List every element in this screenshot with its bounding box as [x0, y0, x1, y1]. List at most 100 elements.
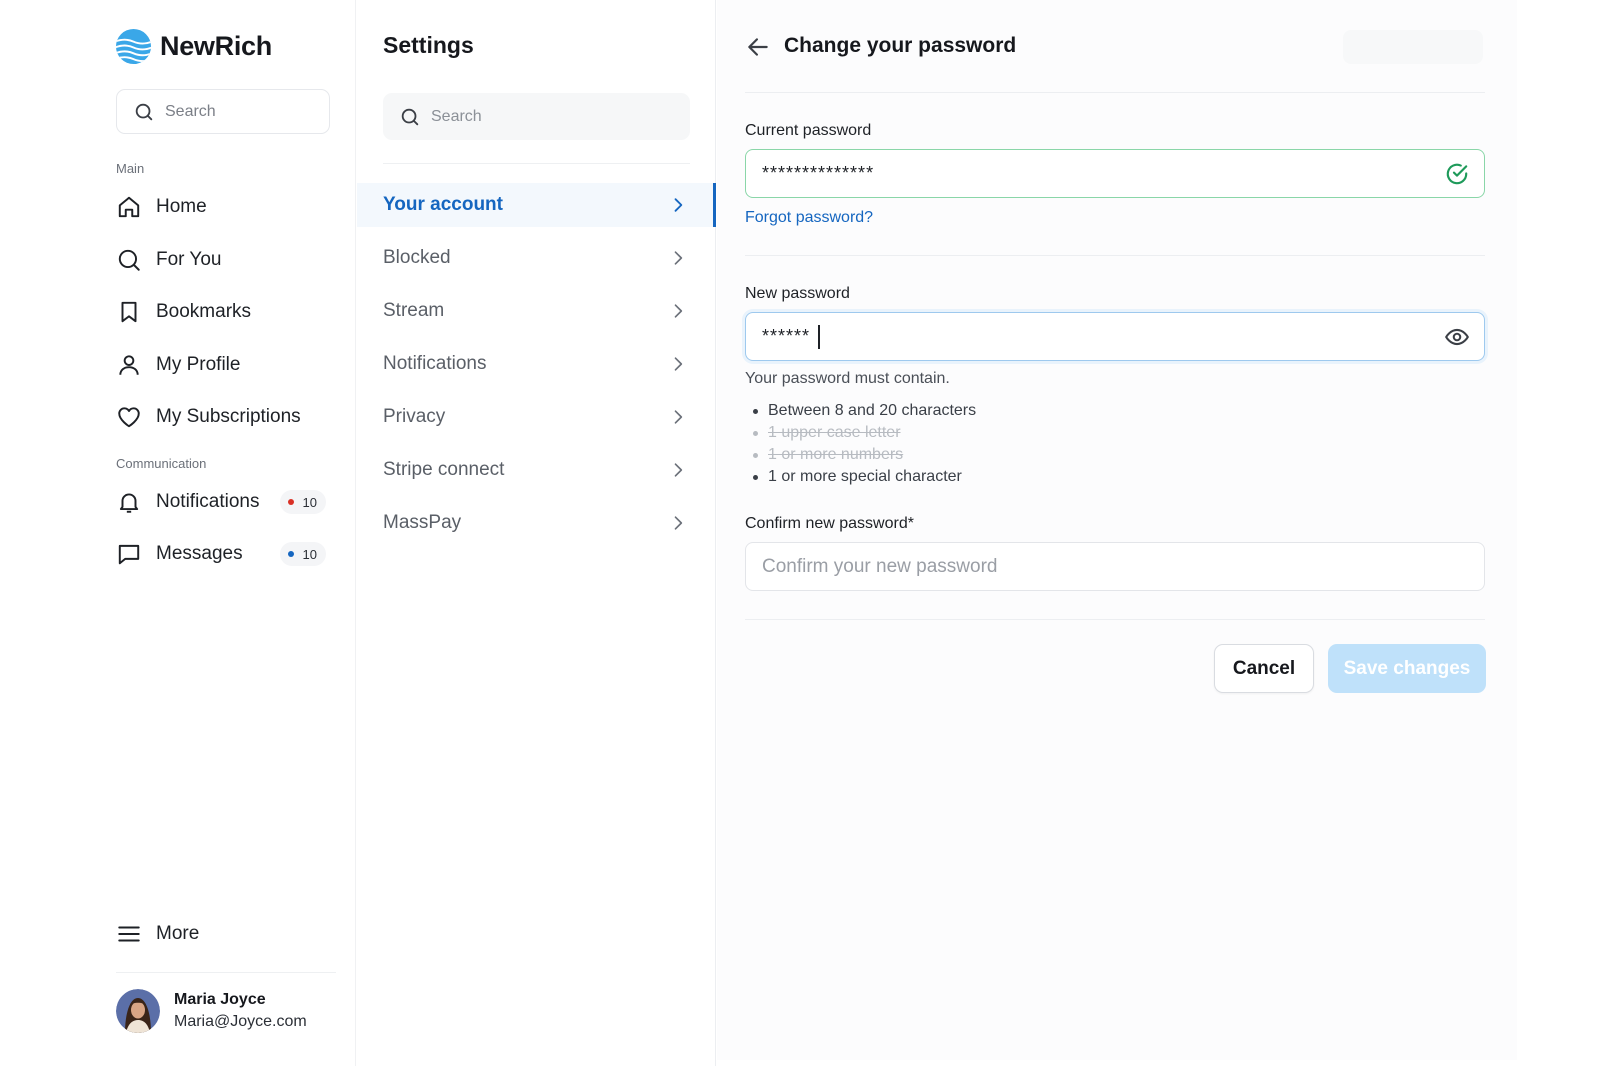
user-info: Maria Joyce Maria@Joyce.com	[174, 991, 307, 1031]
bullet	[753, 408, 758, 414]
settings-item-label: Stripe connect	[383, 459, 505, 480]
chevron-right-icon	[674, 304, 683, 318]
nav-item-bookmarks[interactable]: Bookmarks	[116, 292, 330, 332]
bullet	[753, 430, 758, 436]
nav-item-more[interactable]: More	[116, 914, 330, 954]
bookmark-icon	[121, 301, 137, 323]
requirement-text: 1 or more special character	[768, 468, 962, 485]
page-title: Change your password	[784, 34, 1017, 57]
nav-item-for-you[interactable]: For You	[116, 240, 330, 280]
nav-item-notifications[interactable]: Notifications 10	[116, 482, 330, 522]
nav-item-my-subscriptions[interactable]: My Subscriptions	[116, 397, 330, 437]
settings-item-label: Blocked	[383, 247, 451, 268]
current-password-label: Current password	[745, 122, 872, 139]
back-arrow-icon[interactable]	[745, 34, 771, 60]
nav-item-label: My Profile	[156, 354, 241, 375]
requirement-text: 1 or more numbers	[768, 446, 904, 463]
avatar	[116, 989, 160, 1033]
settings-item-label: Notifications	[383, 353, 487, 374]
notification-count-badge: 10	[279, 490, 326, 514]
forgot-password-link[interactable]: Forgot password?	[745, 209, 873, 227]
search-icon	[118, 249, 140, 271]
search-icon	[135, 103, 153, 120]
settings-search[interactable]	[383, 93, 690, 140]
nav-item-messages[interactable]: Messages 10	[116, 534, 330, 574]
chevron-right-icon	[674, 410, 683, 424]
eye-icon[interactable]	[1444, 324, 1470, 350]
badge-dot	[287, 499, 294, 505]
text-cursor	[818, 324, 820, 349]
menu-icon	[118, 926, 140, 942]
nav-item-label: Home	[156, 196, 207, 217]
cancel-button[interactable]: Cancel	[1214, 644, 1314, 693]
settings-item-masspay[interactable]: MassPay	[357, 501, 716, 545]
check-circle-icon	[1446, 163, 1468, 184]
chevron-right-icon	[674, 198, 683, 212]
sidebar: NewRich Main Home For You Bookmarks My P…	[0, 0, 356, 1066]
chevron-right-icon	[674, 463, 683, 477]
settings-item-label: Your account	[383, 194, 503, 215]
password-requirements-title: Your password must contain.	[745, 370, 950, 387]
confirm-password-label: Confirm new password*	[745, 515, 914, 532]
header-divider	[745, 92, 1485, 93]
badge-count: 10	[302, 546, 317, 562]
user-email: Maria@Joyce.com	[174, 1013, 307, 1030]
sidebar-search[interactable]	[116, 89, 330, 134]
badge-dot	[287, 551, 294, 557]
requirement-item: 1 or more special character	[753, 466, 976, 488]
section-label-main: Main	[116, 161, 145, 176]
message-icon	[118, 544, 140, 565]
user-icon	[119, 355, 139, 375]
header-placeholder	[1343, 30, 1483, 64]
nav-item-label: Bookmarks	[156, 301, 252, 322]
settings-item-blocked[interactable]: Blocked	[357, 236, 716, 280]
brand[interactable]: NewRich	[115, 28, 272, 65]
change-password-panel: Change your password Current password Fo…	[717, 0, 1517, 1060]
new-password-input[interactable]	[762, 326, 820, 347]
user-name: Maria Joyce	[174, 991, 266, 1008]
settings-item-your-account[interactable]: Your account	[357, 183, 716, 227]
sidebar-divider	[116, 972, 336, 973]
badge-count: 10	[302, 494, 317, 510]
requirement-text: Between 8 and 20 characters	[768, 402, 977, 419]
settings-item-label: Stream	[383, 300, 445, 321]
nav-item-label: Notifications	[156, 491, 260, 512]
nav-item-label: Messages	[156, 543, 243, 564]
chevron-right-icon	[674, 357, 683, 371]
requirement-item-met: 1 or more numbers	[753, 444, 976, 466]
password-requirements-list: Between 8 and 20 characters 1 upper case…	[753, 400, 976, 488]
app-window: NewRich Main Home For You Bookmarks My P…	[0, 0, 1600, 1066]
chevron-right-icon	[674, 251, 683, 265]
user-profile-card[interactable]: Maria Joyce Maria@Joyce.com	[116, 989, 307, 1033]
settings-title: Settings	[383, 32, 474, 58]
settings-item-stripe-connect[interactable]: Stripe connect	[357, 448, 716, 492]
confirm-password-field[interactable]	[745, 542, 1485, 591]
settings-panel: Settings Your account Blocked Stream Not…	[357, 0, 716, 1066]
chevron-right-icon	[674, 516, 683, 530]
message-count-badge: 10	[279, 542, 326, 566]
section-label-communication: Communication	[116, 456, 207, 471]
bullet	[753, 452, 758, 458]
nav-item-my-profile[interactable]: My Profile	[116, 345, 330, 385]
nav-item-home[interactable]: Home	[116, 187, 330, 227]
confirm-password-input[interactable]	[762, 556, 1470, 577]
requirement-item-met: 1 upper case letter	[753, 422, 976, 444]
settings-item-label: Privacy	[383, 406, 446, 427]
bullet	[753, 474, 758, 480]
new-password-field[interactable]	[745, 312, 1485, 361]
settings-item-privacy[interactable]: Privacy	[357, 395, 716, 439]
settings-search-input[interactable]	[431, 107, 671, 126]
current-password-field[interactable]	[745, 149, 1485, 198]
search-icon	[401, 108, 419, 125]
home-icon	[118, 196, 140, 218]
section-divider	[745, 619, 1485, 620]
current-password-input[interactable]	[762, 163, 1444, 184]
settings-divider	[383, 163, 690, 164]
sidebar-search-input[interactable]	[165, 102, 315, 121]
nav-item-label: For You	[156, 249, 222, 270]
save-changes-button[interactable]: Save changes	[1328, 644, 1486, 693]
requirement-item: Between 8 and 20 characters	[753, 400, 976, 422]
settings-item-notifications[interactable]: Notifications	[357, 342, 716, 386]
settings-item-stream[interactable]: Stream	[357, 289, 716, 333]
section-divider	[745, 255, 1485, 256]
